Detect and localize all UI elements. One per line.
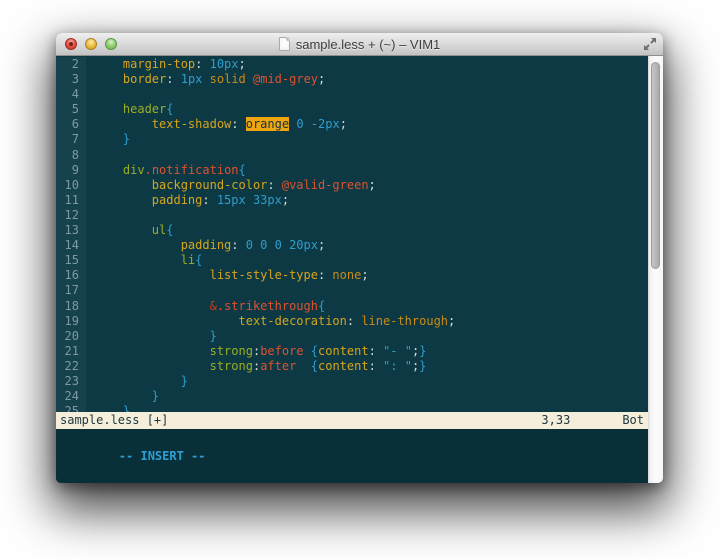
line-number: 12 (56, 208, 86, 223)
editor-area[interactable]: 2 margin-top: 10px;3 border: 1px solid @… (56, 56, 648, 412)
code-line: 19 text-decoration: line-through; (56, 314, 648, 329)
mode-indicator: -- INSERT -- (119, 449, 206, 463)
line-number: 2 (56, 57, 86, 72)
code-text: } (86, 389, 159, 404)
code-line: 20 } (56, 329, 648, 344)
line-number: 14 (56, 238, 86, 253)
code-line: 13 ul{ (56, 223, 648, 238)
code-text (86, 87, 94, 102)
code-line: 3 border: 1px solid @mid-grey; (56, 72, 648, 87)
code-line: 17 (56, 283, 648, 298)
code-line: 5 header{ (56, 102, 648, 117)
window-controls (65, 38, 117, 50)
code-text: } (86, 374, 188, 389)
line-number: 17 (56, 283, 86, 298)
statusline-scroll: Bot (622, 412, 644, 429)
code-text: background-color: @valid-green; (86, 178, 376, 193)
code-line: 14 padding: 0 0 0 20px; (56, 238, 648, 253)
statusline-filename: sample.less [+] (60, 412, 168, 429)
minimize-button[interactable] (85, 38, 97, 50)
scrollbar[interactable] (648, 56, 663, 483)
line-number: 8 (56, 148, 86, 163)
code-text: } (86, 329, 217, 344)
code-text: ul{ (86, 223, 173, 238)
code-line: 2 margin-top: 10px; (56, 57, 648, 72)
code-text: padding: 0 0 0 20px; (86, 238, 325, 253)
code-text (86, 208, 94, 223)
code-text: div.notification{ (86, 163, 246, 178)
code-text: text-decoration: line-through; (86, 314, 455, 329)
code-text: &.strikethrough{ (86, 299, 325, 314)
line-number: 23 (56, 374, 86, 389)
line-number: 16 (56, 268, 86, 283)
close-button[interactable] (65, 38, 77, 50)
line-number: 19 (56, 314, 86, 329)
statusline-spacer (168, 412, 541, 429)
code-line: 7 } (56, 132, 648, 147)
code-line: 25 } (56, 404, 648, 412)
window-titlebar[interactable]: sample.less + (~) – VIM1 (56, 33, 663, 56)
zoom-button[interactable] (105, 38, 117, 50)
window-title: sample.less + (~) – VIM1 (296, 37, 441, 52)
line-number: 21 (56, 344, 86, 359)
code-text: } (86, 404, 130, 412)
code-line: 22 strong:after {content: ": ";} (56, 359, 648, 374)
code-line: 12 (56, 208, 648, 223)
line-number: 10 (56, 178, 86, 193)
modified-dot-icon (69, 42, 73, 46)
code-text: strong:after {content: ": ";} (86, 359, 426, 374)
code-line: 21 strong:before {content: "- ";} (56, 344, 648, 359)
statusline-spacer (570, 412, 622, 429)
line-number: 9 (56, 163, 86, 178)
line-number: 3 (56, 72, 86, 87)
code-text (86, 148, 94, 163)
statusline-position: 3,33 (541, 412, 570, 429)
vim-window: sample.less + (~) – VIM1 2 margin-top: 1… (56, 33, 663, 483)
line-number: 25 (56, 404, 86, 412)
line-number: 6 (56, 117, 86, 132)
code-text: header{ (86, 102, 174, 117)
code-line: 16 list-style-type: none; (56, 268, 648, 283)
line-number: 22 (56, 359, 86, 374)
fullscreen-icon[interactable] (643, 37, 657, 51)
scrollbar-thumb[interactable] (651, 62, 660, 269)
line-number: 15 (56, 253, 86, 268)
code-line: 4 (56, 87, 648, 102)
vim-modeline: -- INSERT -- (56, 429, 648, 483)
line-number: 18 (56, 299, 86, 314)
code-line: 24 } (56, 389, 648, 404)
line-number: 24 (56, 389, 86, 404)
line-number: 7 (56, 132, 86, 147)
code-line: 8 (56, 148, 648, 163)
line-number: 13 (56, 223, 86, 238)
code-text: } (86, 132, 130, 147)
line-number: 20 (56, 329, 86, 344)
code-text: margin-top: 10px; (86, 57, 246, 72)
code-line: 23 } (56, 374, 648, 389)
code-text: text-shadow: orange 0 -2px; (86, 117, 347, 132)
line-number: 11 (56, 193, 86, 208)
code-line: 10 background-color: @valid-green; (56, 178, 648, 193)
document-icon (279, 37, 290, 51)
line-number: 5 (56, 102, 86, 117)
code-text: list-style-type: none; (86, 268, 369, 283)
code-line: 6 text-shadow: orange 0 -2px; (56, 117, 648, 132)
code-line: 15 li{ (56, 253, 648, 268)
code-text: strong:before {content: "- ";} (86, 344, 426, 359)
code-text: li{ (86, 253, 202, 268)
line-number: 4 (56, 87, 86, 102)
code-text: border: 1px solid @mid-grey; (86, 72, 325, 87)
code-line: 9 div.notification{ (56, 163, 648, 178)
code-line: 18 &.strikethrough{ (56, 299, 648, 314)
vim-statusline: sample.less [+] 3,33 Bot (56, 412, 648, 429)
code-text (86, 283, 94, 298)
code-line: 11 padding: 15px 33px; (56, 193, 648, 208)
code-text: padding: 15px 33px; (86, 193, 289, 208)
